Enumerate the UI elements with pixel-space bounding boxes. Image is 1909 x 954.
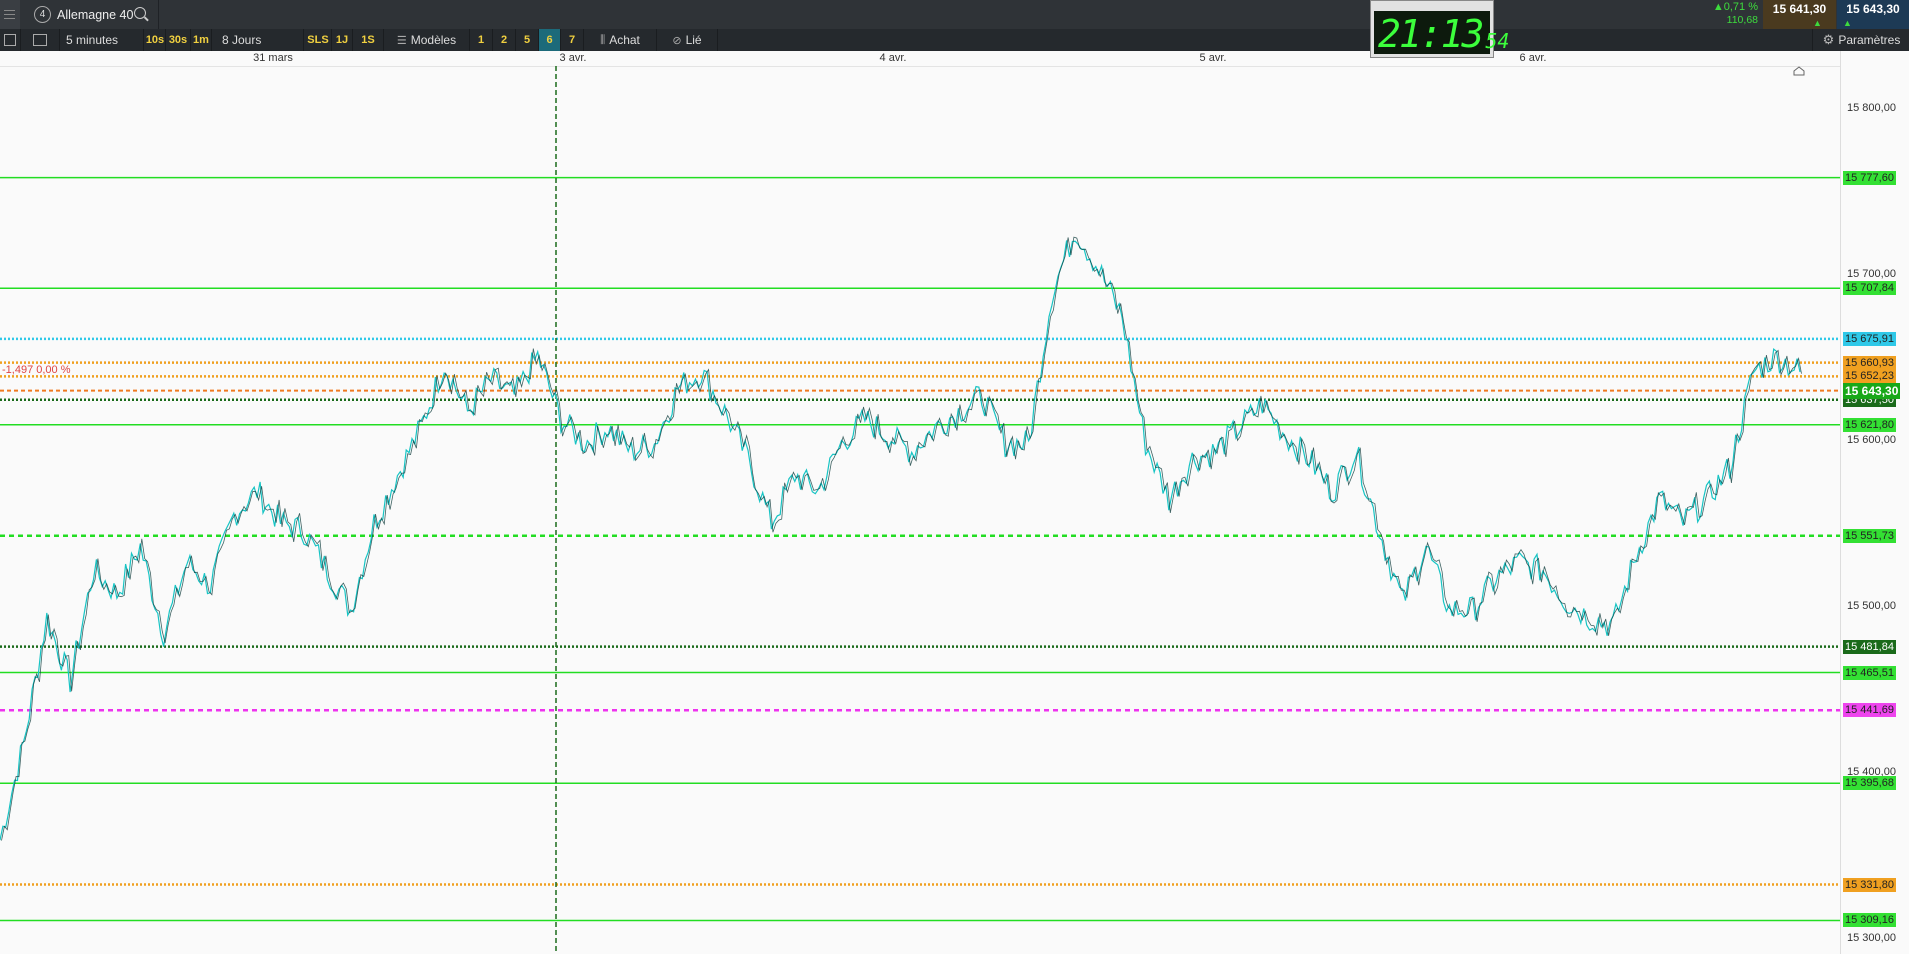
level-tag[interactable]: 15 441,69	[1843, 703, 1896, 718]
clock-hours-minutes: 21:13	[1378, 12, 1484, 56]
settings-label: Paramètres	[1838, 33, 1901, 47]
level-tag[interactable]: 15 660,93	[1843, 355, 1896, 370]
models-button[interactable]: ☰ Modèles	[384, 29, 470, 51]
clock-face: 21:13 54	[1374, 11, 1509, 56]
list-icon[interactable]	[0, 29, 21, 51]
bid-button[interactable]: 15 641,30 ▲	[1763, 0, 1836, 29]
home-icon[interactable]	[1793, 66, 1805, 76]
search-icon[interactable]	[134, 7, 146, 19]
period-sls[interactable]: SLS	[305, 29, 332, 51]
menu-icon[interactable]	[0, 0, 20, 29]
date-label: 31 mars	[253, 52, 293, 64]
price-tick: 15 800,00	[1847, 102, 1896, 114]
current-price-tag: 15 643,30	[1843, 382, 1901, 399]
level-tag[interactable]: 15 465,51	[1843, 665, 1896, 680]
price-tick: 15 700,00	[1847, 268, 1896, 280]
buy-button[interactable]: ⫼ Achat	[584, 29, 657, 51]
bid-up-arrow-icon: ▲	[1813, 18, 1822, 28]
level-tag[interactable]: 15 621,80	[1843, 417, 1896, 432]
level-tag[interactable]: 15 707,84	[1843, 281, 1896, 296]
change-abs: 110,68	[1726, 14, 1758, 26]
date-label: 4 avr.	[879, 52, 907, 64]
level-tag[interactable]: 15 551,73	[1843, 528, 1896, 543]
linked-button[interactable]: ⊘ Lié	[657, 29, 718, 51]
level-tag[interactable]: 15 675,91	[1843, 331, 1896, 346]
level-tag[interactable]: 15 652,23	[1843, 369, 1896, 384]
quick-interval-1m[interactable]: 1m	[191, 29, 212, 51]
date-label: 5 avr.	[1199, 52, 1227, 64]
quick-interval-30s[interactable]: 30s	[166, 29, 191, 51]
date-label: 3 avr.	[559, 52, 587, 64]
instrument-selector[interactable]: 4 Allemagne 40	[24, 0, 159, 29]
buy-label: Achat	[609, 33, 640, 47]
level-tag[interactable]: 15 481,84	[1843, 639, 1896, 654]
date-axis: 31 mars 3 avr. 4 avr. 5 avr. 6 avr.	[0, 51, 1840, 67]
bid-price: 15 641,30	[1772, 2, 1827, 16]
date-label: 6 avr.	[1519, 52, 1547, 64]
instrument-name: Allemagne 40	[57, 7, 134, 22]
price-series-line	[0, 240, 1801, 841]
price-tick: 15 500,00	[1847, 600, 1896, 612]
price-axis: 15 800,00 15 700,00 15 600,00 15 500,00 …	[1840, 51, 1909, 954]
clock-seconds: 54	[1485, 29, 1510, 53]
instrument-number: 4	[34, 6, 51, 23]
candles-icon: ⫼	[600, 33, 606, 46]
up-arrow-icon: ▲	[1712, 1, 1724, 13]
price-chart[interactable]	[0, 66, 1840, 954]
ask-up-arrow-icon: ▲	[1843, 18, 1852, 28]
level-tag[interactable]: 15 395,68	[1843, 776, 1896, 791]
change-indicator: ▲0,71 % 110,68	[1700, 0, 1762, 29]
layout-7[interactable]: 7	[561, 29, 584, 51]
quick-interval-10s[interactable]: 10s	[145, 29, 166, 51]
period-select[interactable]: 8 Jours	[212, 29, 304, 51]
models-label: Modèles	[410, 33, 457, 47]
layout-5[interactable]: 5	[516, 29, 539, 51]
price-series-shadow	[1, 236, 1802, 841]
layout-1[interactable]: 1	[470, 29, 493, 51]
level-tag[interactable]: 15 309,16	[1843, 913, 1896, 928]
period-1j[interactable]: 1J	[332, 29, 353, 51]
chart-toolbar: 5 minutes 10s 30s 1m 8 Jours SLS 1J 1S ☰…	[0, 29, 1909, 51]
sliders-icon: ☰	[396, 34, 407, 47]
settings-button[interactable]: ⚙ Paramètres	[1812, 29, 1909, 51]
link-icon: ⊘	[672, 34, 682, 47]
linked-label: Lié	[685, 33, 702, 47]
clock-widget[interactable]: 21:13 54	[1370, 0, 1509, 58]
change-pct: 0,71 %	[1723, 1, 1758, 13]
period-1s[interactable]: 1S	[353, 29, 384, 51]
layout-6[interactable]: 6	[539, 29, 561, 51]
gear-icon: ⚙	[1822, 32, 1835, 47]
layout-2[interactable]: 2	[493, 29, 516, 51]
interval-select[interactable]: 5 minutes	[60, 29, 144, 51]
percent-label: -1,497 0,00 %	[2, 364, 71, 376]
layout-icon[interactable]	[21, 29, 60, 51]
ask-price: 15 643,30	[1846, 2, 1900, 16]
level-tag[interactable]: 15 777,60	[1843, 170, 1896, 185]
top-bar: 4 Allemagne 40 ▲0,71 % 110,68 15 641,30 …	[0, 0, 1909, 29]
price-tick: 15 300,00	[1847, 932, 1896, 944]
level-tag[interactable]: 15 331,80	[1843, 877, 1896, 892]
price-tick: 15 600,00	[1847, 434, 1896, 446]
ask-button[interactable]: 15 643,30 ▲	[1837, 0, 1909, 29]
